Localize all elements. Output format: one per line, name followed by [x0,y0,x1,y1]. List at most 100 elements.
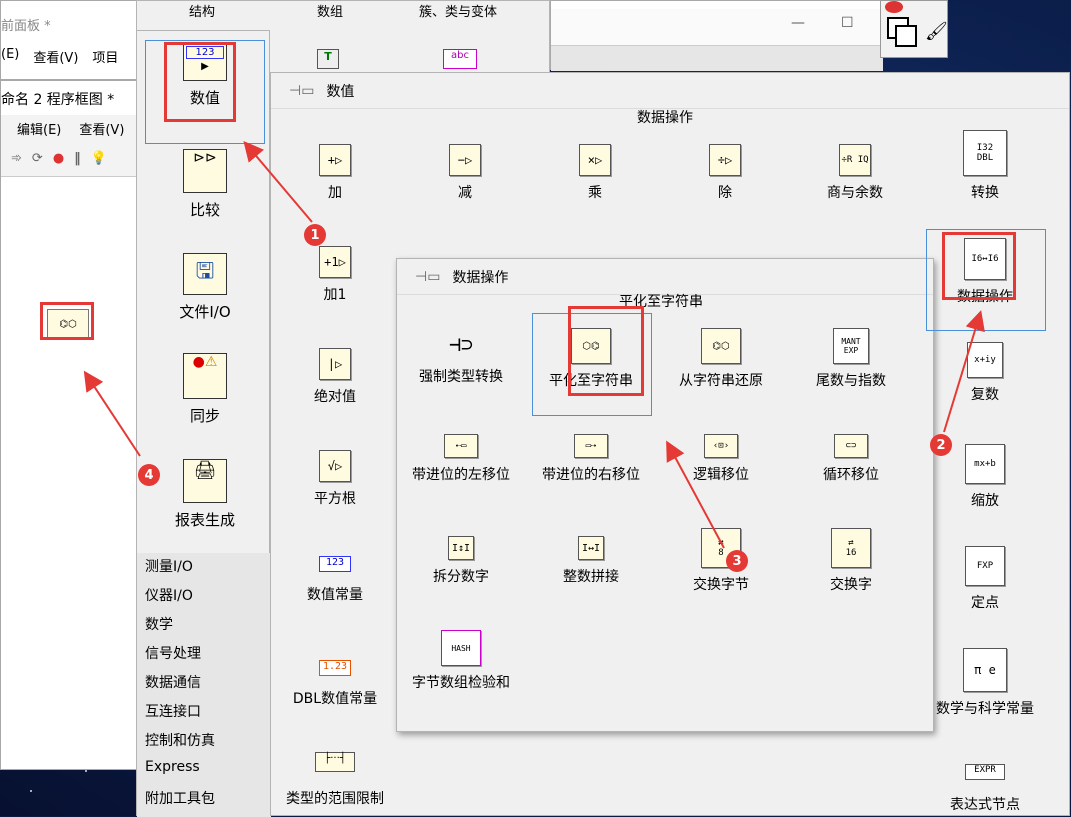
mantissa-exponent-icon: MANT EXP [833,328,869,364]
palette-fn-complex[interactable]: x+iy 复数 [920,342,1050,404]
menu-view[interactable]: 查看(V) [33,47,78,66]
in-range-icon: ├···┤ [315,752,355,772]
fn-label: 强制类型转换 [419,369,503,385]
category-express[interactable]: Express [145,759,200,775]
brush-icon[interactable]: 🖌 [925,21,948,42]
dm-logical-shift[interactable]: ‹⊡› 逻辑移位 [656,434,786,484]
palette-item-label: 报表生成 [174,511,235,529]
abort-icon[interactable]: ● [53,151,64,166]
string-constant-icon: abc [443,49,477,69]
palette-fn-subtract[interactable]: −▷ 减 [400,144,530,202]
palette-fn-sqrt[interactable]: √▷ 平方根 [270,450,400,508]
category-addons[interactable]: 附加工具包 [145,788,215,808]
color-bg-icon[interactable] [895,25,917,47]
menu-view[interactable]: 查看(V) [79,119,124,138]
menu-project[interactable]: 项目 [92,47,118,66]
divide-icon: ÷▷ [709,144,741,176]
category-instrument-io[interactable]: 仪器I/O [145,585,193,605]
maximize-icon[interactable]: ☐ [841,15,854,31]
dm-join-numbers[interactable]: I↔I 整数拼接 [526,536,656,586]
palette-label-array[interactable]: 数组 [317,1,343,20]
palette-item-synchronization[interactable]: ●⚠ 同步 [165,353,245,426]
palette-fn-numeric-constant[interactable]: 123 数值常量 [270,556,400,604]
math-constants-icon: π e [963,648,1007,692]
fn-label: 从字符串还原 [679,373,763,389]
fn-label: 缩放 [971,493,999,509]
category-data-communication[interactable]: 数据通信 [145,672,201,692]
annotation-box [942,232,1016,300]
palette-fn-quotient-remainder[interactable]: ÷R IQ 商与余数 [790,144,920,202]
traffic-light-icon: ●⚠ [183,353,227,399]
minimize-icon[interactable]: — [791,15,805,31]
palette-fn-divide[interactable]: ÷▷ 除 [660,144,790,202]
palette-fn-increment[interactable]: +1▷ 加1 [270,246,400,304]
fn-label: 平方根 [314,491,356,507]
palette-fn-add[interactable]: +▷ 加 [270,144,400,202]
palette-fn-absolute[interactable]: |▷ 绝对值 [270,348,400,406]
pause-icon[interactable]: ‖ [74,151,81,166]
fn-label: 定点 [971,595,999,611]
fn-label: 绝对值 [314,389,356,405]
comparison-icon: ⊳⊳ [183,149,227,193]
category-control-simulation[interactable]: 控制和仿真 [145,730,215,750]
palette-fn-expression-node[interactable]: EXPR 表达式节点 [920,764,1050,814]
palette-label-structure[interactable]: 结构 [189,1,215,20]
palette-item-comparison[interactable]: ⊳⊳ 比较 [165,149,245,220]
rotate-icon: ⊂⊃ [834,434,868,458]
category-signal-processing[interactable]: 信号处理 [145,643,201,663]
string-icon: T [317,49,339,69]
dm-rotate[interactable]: ⊂⊃ 循环移位 [786,434,916,484]
step-badge: 3 [726,550,748,572]
category-connectivity[interactable]: 互连接口 [145,701,201,721]
fn-label: DBL数值常量 [292,691,378,707]
star [85,770,87,772]
vi-window[interactable]: — ☐ [550,0,883,71]
dm-rotate-right-carry[interactable]: ▭⇢ 带进位的右移位 [526,434,656,484]
fn-label: 减 [458,185,472,201]
dm-type-cast[interactable]: ⊣⊃ 强制类型转换 [396,328,526,386]
dm-swap-bytes[interactable]: ⇄ 8 交换字节 [656,528,786,594]
palette-fn-in-range[interactable]: ├···┤ 类型的范围限制 [270,752,400,808]
pin-icon[interactable]: ⊣▭ [415,269,440,285]
highlight-icon[interactable]: 💡 [91,151,107,166]
join-numbers-icon: I↔I [578,536,604,560]
palette-fn-math-constants[interactable]: π e 数学与科学常量 [920,648,1050,718]
step-badge: 1 [304,224,326,246]
palette-fn-multiply[interactable]: ×▷ 乘 [530,144,660,202]
palette-label-cluster[interactable]: 簇、类与变体 [419,1,497,20]
dm-byte-array-checksum[interactable]: HASH 字节数组检验和 [396,630,526,692]
split-number-icon: I↕I [448,536,474,560]
category-measurement-io[interactable]: 测量I/O [145,556,193,576]
block-diagram-window[interactable]: 命名 2 程序框图 * 编辑(E) 查看(V) ➾ ⟳ ● ‖ 💡 ⌬⬡ [0,80,141,770]
conversion-icon: I32 DBL [963,130,1007,176]
dm-rotate-left-carry[interactable]: ⇠▭ 带进位的左移位 [396,434,526,484]
expression-node-icon: EXPR [965,764,1005,780]
palette-item-report-generation[interactable]: 🖨 报表生成 [165,459,245,530]
palette-item-label: 比较 [189,201,220,219]
run-arrow-icon[interactable]: ➾ [11,151,22,166]
front-panel-window[interactable]: 前面板 * (E) 查看(V) 项目 [0,0,140,80]
palette-fn-conversion[interactable]: I32DBL数据操作转换 [920,130,1050,202]
palette-item-file-io[interactable]: 🖫 文件I/O [165,253,245,322]
fn-label: 带进位的右移位 [542,467,640,483]
dm-swap-words[interactable]: ⇄ 16 交换字 [786,528,916,594]
run-continuous-icon[interactable]: ⟳ [32,151,43,166]
category-math[interactable]: 数学 [145,614,173,634]
fn-label: 字节数组检验和 [412,675,510,691]
block-diagram-title: 命名 2 程序框图 * [1,92,115,108]
palette-fn-dbl-constant[interactable]: 1.23 DBL数值常量 [270,660,400,708]
vi-window-strip [551,1,883,9]
subtract-icon: −▷ [449,144,481,176]
dm-split-number[interactable]: I↕I 拆分数字 [396,536,526,586]
palette-fn-fixed-point[interactable]: FXP 定点 [920,546,1050,612]
type-cast-icon: ⊣⊃ [448,332,474,356]
menu-edit[interactable]: (E) [1,47,19,66]
color-tool-icon[interactable] [885,1,903,13]
pin-icon[interactable]: ⊣▭ [289,83,314,99]
dm-unflatten-from-string[interactable]: ⌬⬡ 从字符串还原 [656,328,786,390]
menu-edit[interactable]: 编辑(E) [17,119,61,138]
fn-label: 逻辑移位 [693,467,749,483]
sqrt-icon: √▷ [319,450,351,482]
data-manipulation-title: 数据操作 [452,269,509,286]
dm-mantissa-exponent[interactable]: MANT EXP 尾数与指数 [786,328,916,390]
